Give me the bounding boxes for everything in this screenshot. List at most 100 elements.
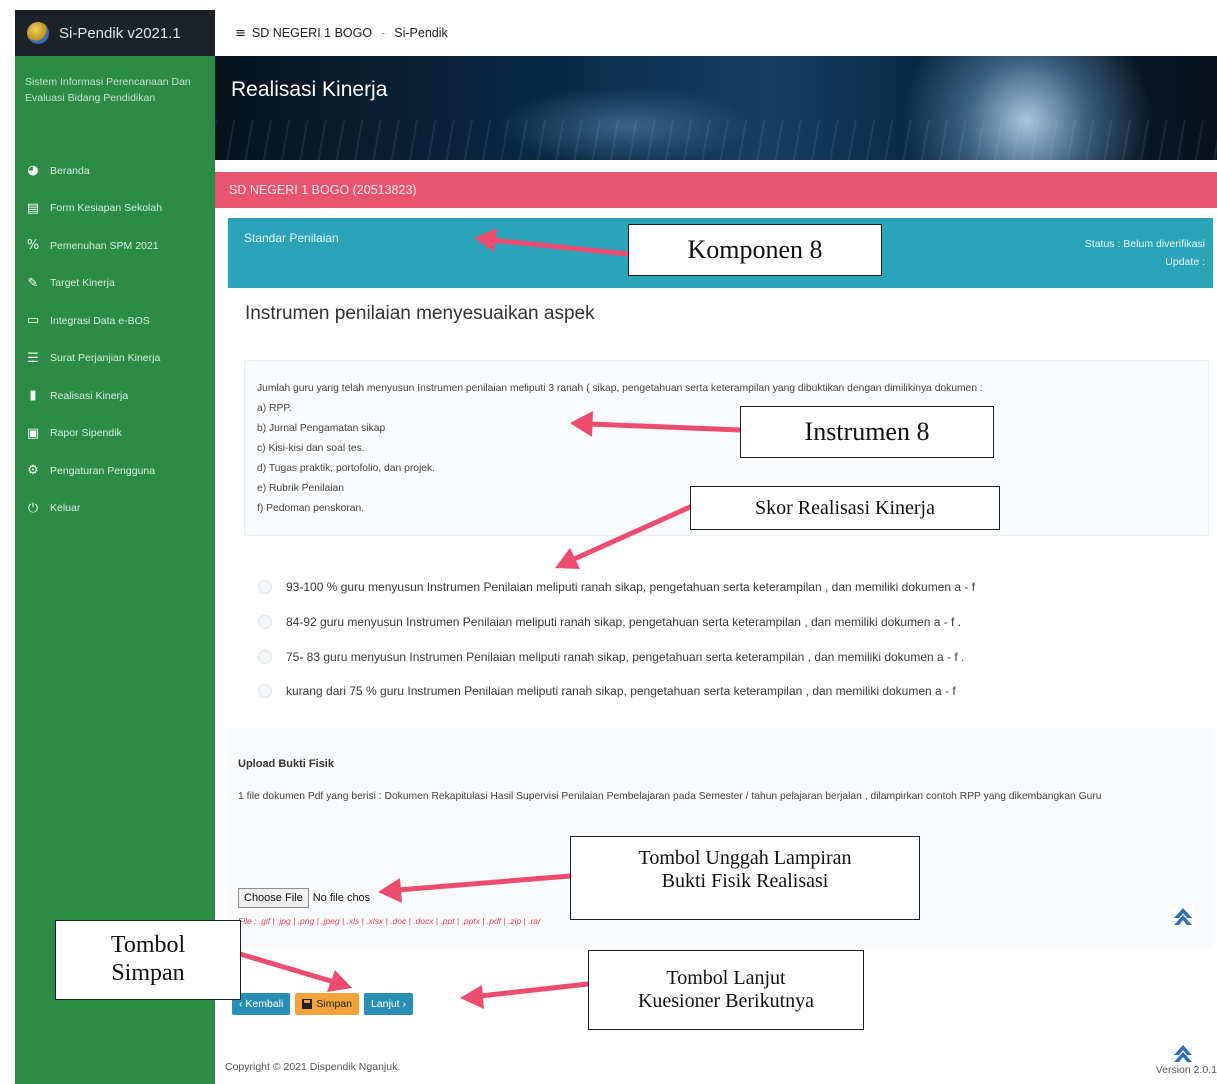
- annotation-simpan-line1: Tombol: [110, 932, 186, 959]
- document-item: d) Tugas praktik, portofolio, dan projek…: [257, 463, 436, 474]
- sidebar-menu: ◕ Beranda ▤ Form Kesiapan Sekolah % Peme…: [15, 152, 215, 527]
- score-option[interactable]: 75- 83 guru menyusun Instrumen Penilaian…: [258, 639, 975, 674]
- page-banner: Realisasi Kinerja: [215, 56, 1217, 160]
- sidebar-item-label: Target Kinerja: [50, 277, 115, 290]
- sidebar-item-pemenuhan-spm[interactable]: % Pemenuhan SPM 2021: [25, 227, 215, 265]
- upload-description: 1 file dokumen Pdf yang berisi : Dokumen…: [238, 791, 1102, 802]
- update-label: Update :: [1165, 256, 1205, 268]
- sidebar-item-realisasi-kinerja[interactable]: ▮ Realisasi Kinerja: [25, 377, 215, 415]
- floppy-icon: ▣: [26, 425, 40, 441]
- annotation-simpan: Tombol Simpan: [55, 920, 241, 1000]
- annotation-lanjut-line2: Kuesioner Berikutnya: [637, 990, 815, 1012]
- document-item: c) Kisi-kisi dan soal tes.: [257, 443, 365, 454]
- breadcrumb-app: Si-Pendik: [394, 26, 448, 40]
- annotation-simpan-line2: Simpan: [111, 960, 185, 986]
- next-button[interactable]: Lanjut ›: [363, 993, 413, 1015]
- annotation-arrowhead: [555, 548, 580, 569]
- annotation-komponen-text: Komponen 8: [687, 235, 823, 265]
- question-lead: Jumlah guru yang telah menyusun Instrume…: [257, 383, 983, 394]
- score-option-label: kurang dari 75 % guru Instrumen Penilaia…: [286, 684, 956, 699]
- app-logo-icon: [27, 22, 49, 44]
- app-subtitle: Sistem Informasi Perencanaan Dan Evaluas…: [25, 76, 191, 104]
- power-icon: ⏻: [27, 500, 39, 516]
- annotation-arrowhead: [327, 970, 352, 992]
- score-option[interactable]: 93-100 % guru menyusun Instrumen Penilai…: [258, 570, 975, 605]
- edit-icon: ✎: [27, 275, 39, 291]
- annotation-arrow: [237, 951, 337, 985]
- sidebar-item-label: Realisasi Kinerja: [50, 389, 129, 402]
- choose-file-button[interactable]: Choose File: [238, 888, 309, 908]
- score-options: 93-100 % guru menyusun Instrumen Penilai…: [258, 570, 975, 709]
- sidebar-item-pengaturan-pengguna[interactable]: ⚙ Pengaturan Pengguna: [25, 452, 215, 490]
- sidebar-item-form-kesiapan-sekolah[interactable]: ▤ Form Kesiapan Sekolah: [25, 190, 215, 228]
- verification-status: Status : Belum diverifikasi: [1084, 238, 1205, 250]
- sidebar-item-label: Integrasi Data e-BOS: [50, 314, 150, 327]
- annotation-skor: Skor Realisasi Kinerja: [690, 486, 1000, 530]
- sidebar-item-target-kinerja[interactable]: ✎ Target Kinerja: [25, 265, 215, 303]
- scroll-to-top-icon[interactable]: [1172, 1043, 1194, 1065]
- annotation-unggah: Tombol Unggah Lampiran Bukti Fisik Reali…: [570, 836, 920, 920]
- breadcrumb-school: SD NEGERI 1 BOGO: [251, 26, 373, 40]
- app-title: Si-Pendik v2021.1: [59, 24, 181, 42]
- menu-toggle-icon[interactable]: ≡: [235, 26, 246, 41]
- document-icon: ▤: [26, 200, 40, 216]
- file-input[interactable]: Choose File No file chos: [238, 888, 370, 908]
- file-icon: ▮: [29, 388, 37, 404]
- school-header: SD NEGERI 1 BOGO (20513823): [215, 172, 1217, 208]
- banner-circuit-decoration: [215, 120, 1217, 160]
- footer-copyright: Copyright © 2021 Dispendik Nganjuk.: [225, 1061, 401, 1073]
- monitor-icon: ▭: [26, 313, 40, 329]
- annotation-lanjut-line1: Tombol Lanjut: [666, 967, 786, 989]
- file-status: No file chos: [312, 892, 371, 904]
- annotation-lanjut: Tombol Lanjut Kuesioner Berikutnya: [588, 950, 864, 1030]
- radio-button[interactable]: [258, 615, 272, 630]
- list-icon: ☰: [27, 350, 39, 366]
- sidebar-item-label: Beranda: [50, 164, 90, 177]
- top-navbar: ≡ SD NEGERI 1 BOGO - Si-Pendik: [215, 10, 1217, 56]
- score-option-label: 84-92 guru menyusun Instrumen Penilaian …: [286, 615, 962, 630]
- question-title: Instrumen penilaian menyesuaikan aspek: [245, 303, 595, 324]
- sidebar-item-label: Pemenuhan SPM 2021: [50, 239, 159, 252]
- school-name: SD NEGERI 1 BOGO (20513823): [229, 183, 417, 197]
- annotation-arrow: [477, 981, 591, 999]
- document-item: a) RPP.: [257, 403, 292, 414]
- sidebar-item-label: Pengaturan Pengguna: [50, 464, 156, 477]
- save-button[interactable]: Simpan: [295, 993, 359, 1015]
- sidebar-item-rapor-sipendik[interactable]: ▣ Rapor Sipendik: [25, 415, 215, 453]
- footer-version: Version 2.0.1: [1155, 1064, 1217, 1076]
- score-option[interactable]: kurang dari 75 % guru Instrumen Penilaia…: [258, 674, 975, 709]
- dashboard-icon: ◕: [27, 163, 39, 179]
- sidebar-item-beranda[interactable]: ◕ Beranda: [25, 152, 215, 190]
- sidebar-header[interactable]: Si-Pendik v2021.1: [15, 10, 215, 56]
- annotation-komponen: Komponen 8: [628, 224, 882, 276]
- radio-button[interactable]: [258, 684, 272, 699]
- allowed-file-types: File : .gif | .jpg | .png | .jpeg | .xls…: [238, 916, 541, 926]
- sidebar-item-keluar[interactable]: ⏻ Keluar: [25, 490, 215, 528]
- score-option-label: 75- 83 guru menyusun Instrumen Penilaian…: [286, 649, 965, 664]
- sidebar-item-label: Keluar: [50, 502, 81, 515]
- sidebar-item-label: Rapor Sipendik: [50, 427, 122, 440]
- annotation-instrumen-text: Instrumen 8: [804, 417, 930, 447]
- gears-icon: ⚙: [27, 463, 39, 479]
- action-buttons: ‹ Kembali Simpan Lanjut ›: [232, 993, 418, 1015]
- percent-icon: %: [26, 238, 40, 254]
- sidebar-item-integrasi-data[interactable]: ▭ Integrasi Data e-BOS: [25, 302, 215, 340]
- score-option-label: 93-100 % guru menyusun Instrumen Penilai…: [286, 580, 976, 595]
- annotation-instrumen: Instrumen 8: [740, 406, 994, 458]
- document-item: b) Jurnal Pengamatan sikap: [257, 423, 386, 434]
- sidebar-item-surat-perjanjian[interactable]: ☰ Surat Perjanjian Kinerja: [25, 340, 215, 378]
- sidebar-item-label: Form Kesiapan Sekolah: [50, 202, 163, 215]
- radio-button[interactable]: [258, 649, 272, 664]
- score-option[interactable]: 84-92 guru menyusun Instrumen Penilaian …: [258, 605, 975, 640]
- sidebar-item-label: Surat Perjanjian Kinerja: [50, 352, 161, 365]
- annotation-skor-text: Skor Realisasi Kinerja: [755, 496, 935, 519]
- scroll-to-top-icon[interactable]: [1172, 906, 1194, 928]
- annotation-unggah-line2: Bukti Fisik Realisasi: [661, 870, 829, 892]
- upload-title: Upload Bukti Fisik: [238, 758, 334, 770]
- standard-title: Standar Penilaian: [244, 231, 339, 245]
- annotation-arrowhead: [460, 985, 484, 1009]
- breadcrumb-separator: -: [381, 26, 386, 40]
- annotation-unggah-line1: Tombol Unggah Lampiran: [638, 847, 852, 869]
- radio-button[interactable]: [258, 580, 272, 595]
- save-button-label: Simpan: [316, 998, 352, 1010]
